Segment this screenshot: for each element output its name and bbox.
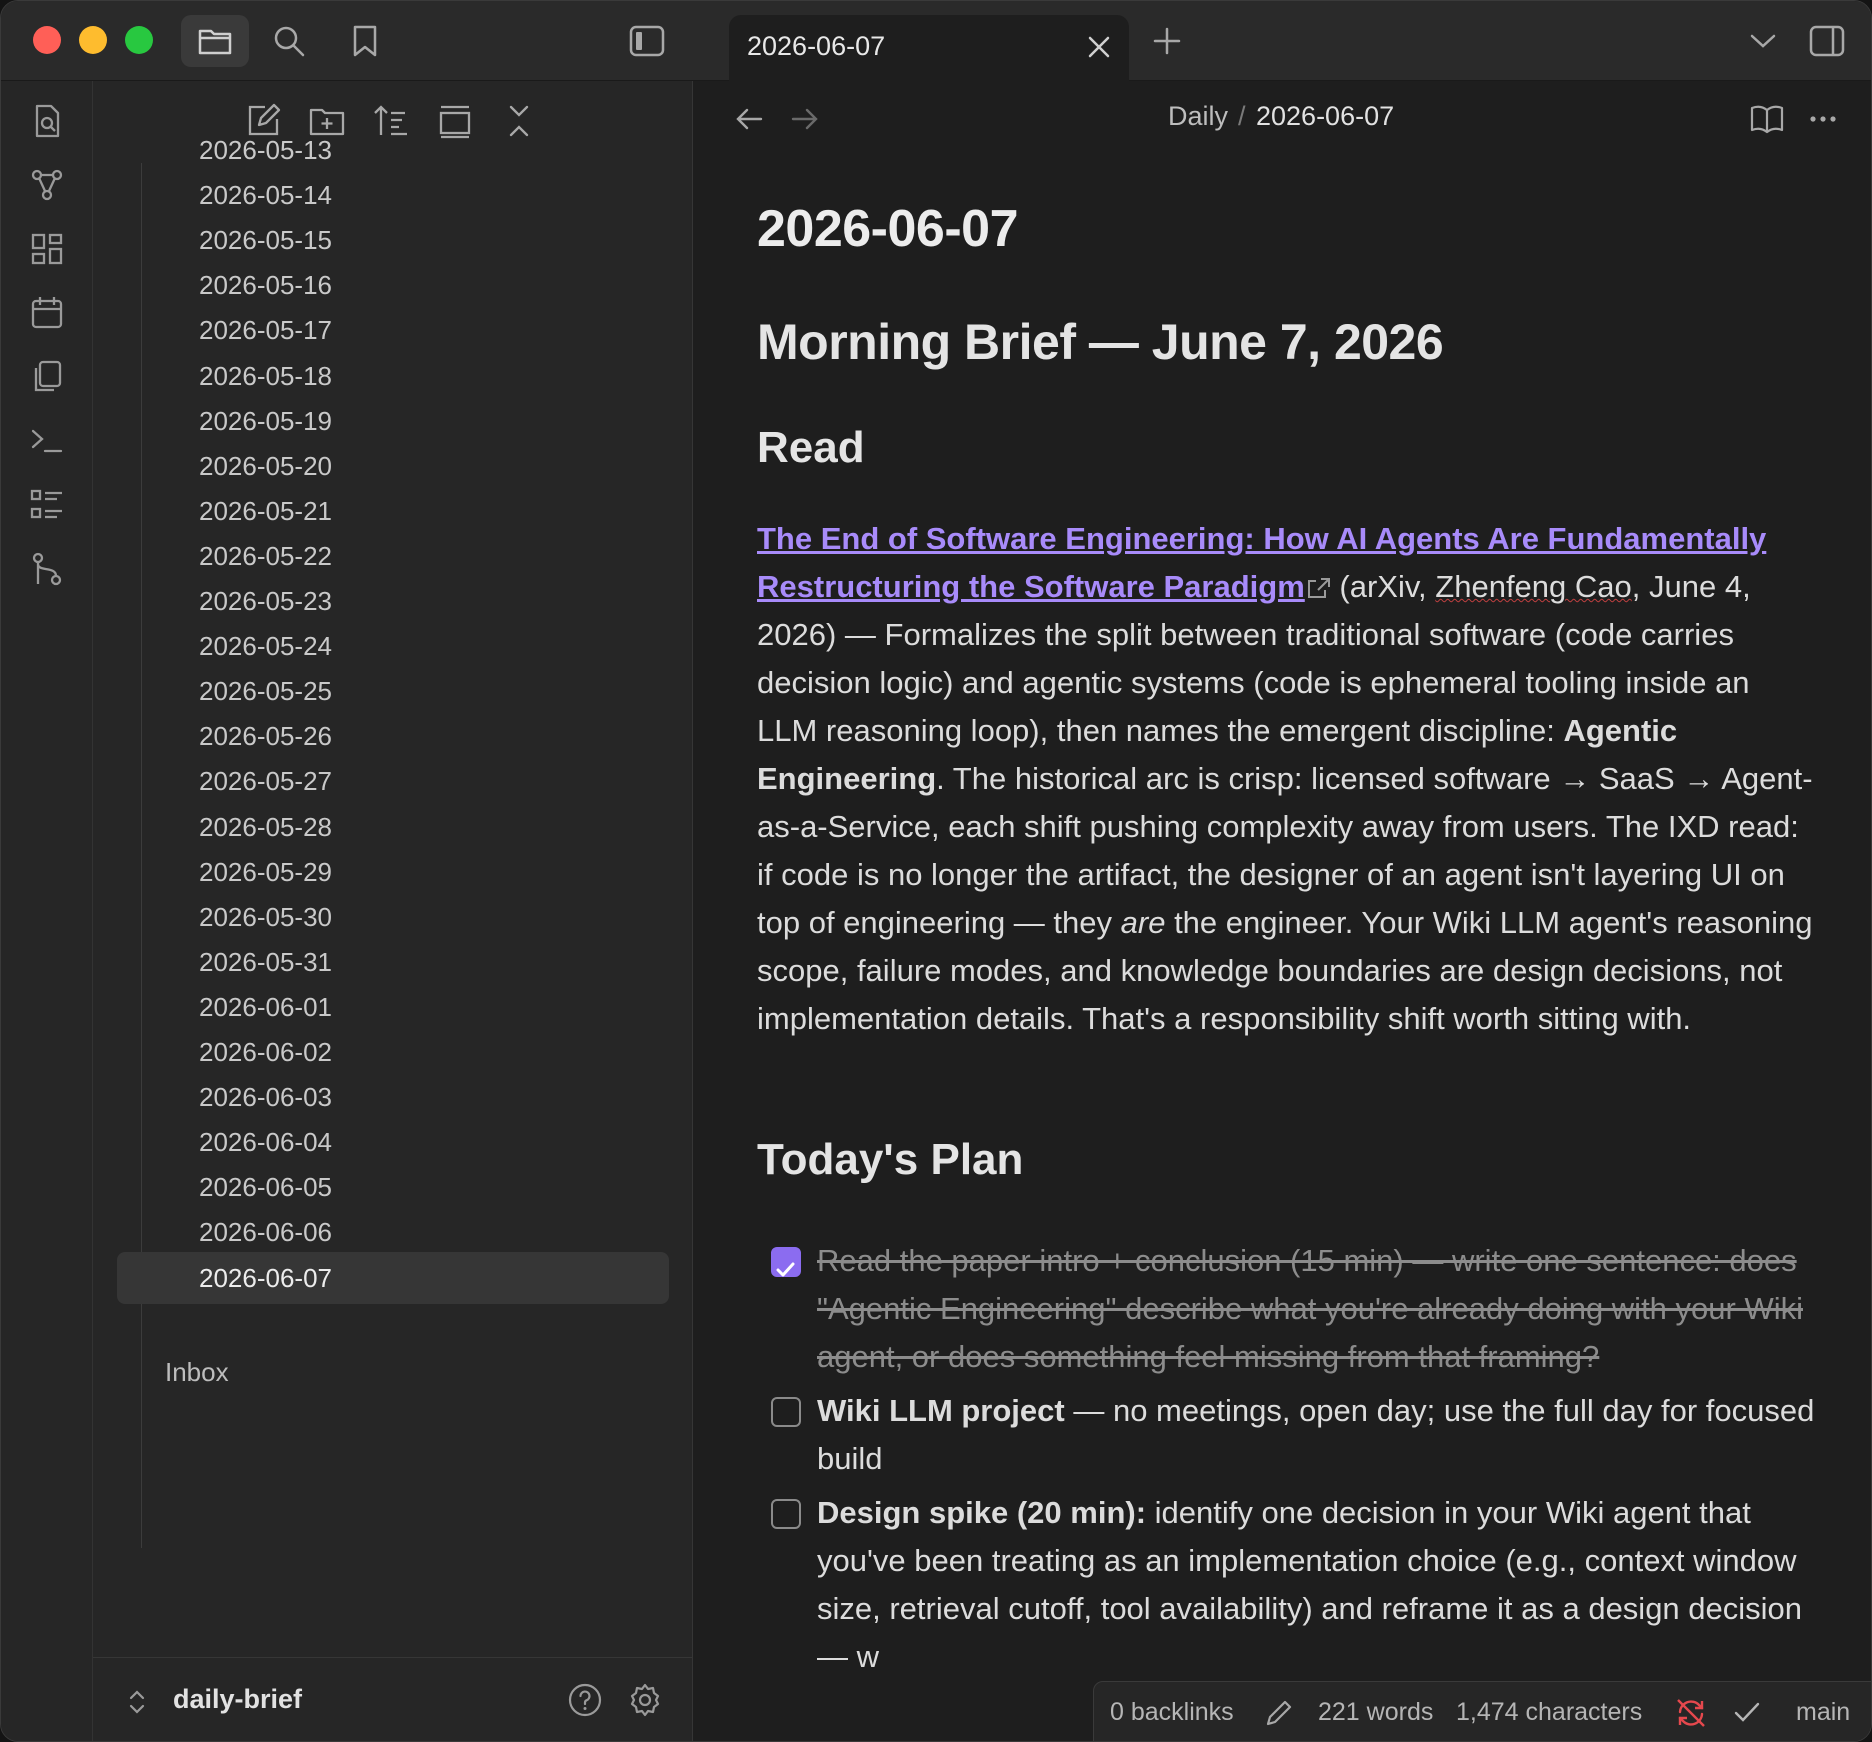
breadcrumb-current[interactable]: 2026-06-07 [1256, 101, 1394, 132]
calendar-icon [31, 297, 63, 329]
git-branch-icon [32, 552, 62, 586]
file-item-active[interactable]: 2026-06-07 [117, 1252, 669, 1304]
backlinks-count[interactable]: 0 backlinks [1110, 1698, 1234, 1727]
ribbon [1, 81, 93, 1741]
task-item-design-spike: Design spike (20 min): identify one deci… [757, 1489, 1817, 1681]
tree-guide-line [141, 163, 142, 1548]
more-options-button[interactable] [1803, 99, 1843, 139]
app-window: 2026-06-07 2026-05-13 2026-05-14 2026-05… [0, 0, 1872, 1742]
check-icon[interactable] [1732, 1698, 1762, 1728]
back-button[interactable] [729, 101, 769, 137]
bookmark-icon [353, 25, 377, 57]
help-icon [568, 1683, 602, 1717]
settings-button[interactable] [627, 1682, 663, 1718]
arrow-right-icon [791, 108, 818, 130]
source-control-button[interactable] [29, 551, 65, 587]
daily-note-button[interactable] [29, 295, 65, 331]
plus-icon [1153, 27, 1181, 55]
close-tab-button[interactable] [1081, 29, 1117, 65]
quick-switcher-button[interactable] [29, 103, 65, 139]
task-item-wiki-project: Wiki LLM project — no meetings, open day… [757, 1387, 1817, 1483]
graph-view-button[interactable] [29, 167, 65, 203]
task-checkbox-checked[interactable] [771, 1247, 801, 1277]
title-bar: 2026-06-07 [1, 1, 1871, 81]
chevron-down-icon [1750, 34, 1776, 48]
command-palette-button[interactable] [29, 423, 65, 459]
task-item-read-paper: Read the paper intro + conclusion (15 mi… [757, 1237, 1817, 1381]
external-link-icon [1307, 578, 1330, 598]
bookmarks-button[interactable] [345, 21, 385, 61]
note-title[interactable]: 2026-06-07 [757, 199, 1817, 259]
tab-title: 2026-06-07 [747, 31, 886, 61]
git-branch-name[interactable]: main [1796, 1698, 1850, 1727]
read-paragraph: The End of Software Engineering: How AI … [757, 515, 1817, 1043]
toggle-right-sidebar-button[interactable] [1807, 21, 1847, 61]
character-count: 1,474 characters [1456, 1698, 1643, 1726]
pencil-icon [1266, 1700, 1292, 1726]
paper-author: Zhenfeng Cao [1435, 569, 1632, 604]
outline-button[interactable] [29, 487, 65, 523]
file-item[interactable]: 2026-05-27 [199, 755, 759, 807]
canvas-button[interactable] [29, 231, 65, 267]
graph-icon [31, 169, 63, 201]
task-list: Read the paper intro + conclusion (15 mi… [757, 1237, 1817, 1681]
tab-current-note[interactable]: 2026-06-07 [729, 15, 1129, 81]
sync-error-icon[interactable] [1674, 1696, 1708, 1730]
arrow-left-icon [736, 108, 763, 130]
search-button[interactable] [269, 21, 309, 61]
sidebar-left-icon [629, 25, 665, 57]
heading-morning-brief: Morning Brief — June 7, 2026 [757, 314, 1444, 370]
folder-inbox[interactable]: Inbox [165, 1357, 229, 1388]
status-bar: 0 backlinks 221 words 1,474 characters m… [1093, 1681, 1871, 1741]
file-search-icon [35, 104, 60, 138]
vault-switcher-bar: daily-brief [93, 1657, 693, 1741]
task-checkbox[interactable] [771, 1397, 801, 1427]
breadcrumb-separator: / [1238, 101, 1246, 131]
gear-icon [630, 1683, 660, 1717]
more-horizontal-icon [1810, 116, 1836, 122]
task-text: Read the paper intro + conclusion (15 mi… [817, 1243, 1803, 1374]
vault-switcher-button[interactable] [125, 1684, 149, 1720]
book-open-icon [1750, 105, 1784, 134]
reading-view-button[interactable] [1747, 99, 1787, 139]
vault-name[interactable]: daily-brief [173, 1684, 302, 1715]
file-explorer: 2026-05-13 2026-05-14 2026-05-15 2026-05-16… [93, 81, 693, 1741]
list-icon [30, 489, 62, 519]
templates-button[interactable] [29, 359, 65, 395]
heading-todays-plan: Today's Plan [757, 1135, 1024, 1184]
toggle-left-sidebar-button[interactable] [627, 21, 667, 61]
task-checkbox[interactable] [771, 1499, 801, 1529]
forward-button[interactable] [785, 101, 825, 137]
sidebar-right-icon [1809, 25, 1845, 57]
heading-read: Read [757, 423, 865, 472]
note-content[interactable]: 2026-06-07 Morning Brief — June 7, 2026 … [757, 199, 1817, 1687]
new-tab-button[interactable] [1147, 21, 1187, 61]
minimize-window-button[interactable] [79, 26, 107, 54]
paper-source: (arXiv, [1330, 569, 1436, 604]
folder-icon [198, 29, 232, 55]
zoom-window-button[interactable] [125, 26, 153, 54]
close-window-button[interactable] [33, 26, 61, 54]
help-button[interactable] [567, 1682, 603, 1718]
chevron-up-down-icon [129, 1690, 145, 1714]
italic-are: are [1120, 905, 1166, 940]
search-icon [274, 26, 305, 57]
tab-list-button[interactable] [1743, 21, 1783, 61]
dashboard-icon [31, 233, 63, 265]
file-item[interactable]: 2026-06-06 [199, 1206, 759, 1258]
terminal-icon [31, 429, 63, 453]
editor-pane: Daily / 2026-06-07 2026-06-07 Morning Br… [693, 81, 1871, 1741]
checkmark-icon [776, 1262, 795, 1277]
copy-icon [34, 360, 62, 392]
breadcrumb-parent[interactable]: Daily [1168, 101, 1228, 132]
task-bold-label: Wiki LLM project [817, 1393, 1065, 1428]
close-icon [1088, 36, 1110, 58]
task-bold-label: Design spike (20 min): [817, 1495, 1147, 1530]
file-item[interactable]: 2026-05-17 [199, 304, 759, 356]
word-count: 221 words [1318, 1698, 1434, 1726]
files-view-button[interactable] [181, 15, 249, 67]
